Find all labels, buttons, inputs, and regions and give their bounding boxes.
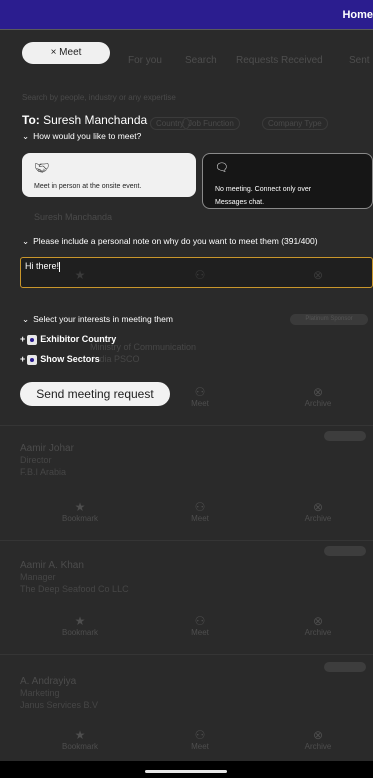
message-icon: 🗨︎ — [215, 162, 229, 174]
home-indicator[interactable] — [145, 770, 227, 773]
note-prompt: ⌄ Please include a personal note on why d… — [22, 236, 318, 246]
card-name: Aamir Johar — [20, 443, 74, 454]
card-company: The Deep Seafood Co LLC — [20, 584, 129, 594]
option-in-person-label: Meet in person at the onsite event. — [34, 183, 142, 190]
card-name: A. Andrayiya — [20, 676, 77, 687]
close-meet-chip[interactable]: × Meet — [22, 42, 110, 64]
tab-for-you: For you — [128, 55, 162, 66]
text-caret — [59, 261, 61, 272]
option-in-person[interactable]: 🤝︎ Meet in person at the onsite event. — [22, 153, 196, 197]
search-hint: Search by people, industry or any expert… — [22, 93, 176, 102]
option-messages-label: No meeting. Connect only over Messages ch… — [215, 186, 312, 206]
handshake-icon: 🤝︎ — [34, 161, 50, 175]
bookmark-action: ★ Bookmark — [61, 728, 98, 751]
archive-action: ⊗ Archive — [304, 500, 332, 523]
meet-action: ⚇ Meet — [191, 614, 209, 637]
card-role: Director — [20, 455, 52, 465]
to-prefix: To: — [22, 113, 40, 127]
divider — [0, 425, 373, 426]
meet-action: ⚇ Meet — [191, 728, 209, 751]
tab-requests-received: Requests Received — [236, 55, 323, 66]
archive-action: ⊗ Archive — [304, 614, 332, 637]
list-item: Aamir A. Khan Manager The Deep Seafood C… — [20, 546, 366, 595]
tab-search: Search — [185, 55, 217, 66]
ghost-sponsor-badge: Platinum Sponsor — [290, 314, 368, 325]
list-item: Aamir Johar Director F.B.I Arabia — [20, 431, 366, 478]
chevron-down-icon: ⌄ — [22, 314, 30, 324]
chevron-down-icon: ⌄ — [22, 236, 30, 246]
meeting-type-question: ⌄ How would you like to meet? — [22, 131, 142, 141]
archive-action: ⊗ Archive — [304, 728, 332, 751]
checkbox-icon — [27, 334, 38, 345]
filter-job-function: Job Function — [182, 117, 240, 130]
status-badge — [324, 546, 366, 556]
archive-action: ⊗ Archive — [304, 385, 332, 408]
option-messages-only[interactable]: 🗨︎ No meeting. Connect only over Messages… — [202, 153, 373, 209]
bookmark-action: ★ Bookmark — [61, 614, 98, 637]
plus-icon: + — [20, 334, 26, 344]
note-textarea[interactable]: Hi there! — [20, 257, 373, 288]
interest-show-sectors[interactable]: + Show Sectors — [20, 354, 100, 365]
divider — [0, 654, 373, 655]
meet-action: ⚇ Meet — [191, 500, 209, 523]
plus-icon: + — [20, 354, 26, 364]
interests-prompt: ⌄ Select your interests in meeting them — [22, 314, 173, 324]
recipient-line: To: Suresh Manchanda — [22, 113, 147, 127]
card-role: Manager — [20, 572, 56, 582]
bookmark-action: ★ Bookmark — [61, 500, 98, 523]
card-actions: ★ Bookmark ⚇ Meet ⊗ Archive — [20, 500, 360, 530]
checkbox-icon — [27, 354, 38, 365]
chevron-down-icon: ⌄ — [22, 131, 30, 141]
divider — [0, 540, 373, 541]
status-badge — [324, 662, 366, 672]
card-company: F.B.I Arabia — [20, 467, 67, 477]
meet-action: ⚇ Meet — [191, 385, 209, 408]
card-name: Aamir A. Khan — [20, 560, 84, 571]
tab-sent: Sent — [349, 55, 370, 66]
card-role: Marketing — [20, 688, 60, 698]
list-item: A. Andrayiya Marketing Janus Services B.… — [20, 662, 366, 711]
card-actions: ★ Bookmark ⚇ Meet ⊗ Archive — [20, 614, 360, 644]
home-link[interactable]: Home — [342, 9, 373, 21]
card-actions: ★ Bookmark ⚇ Meet ⊗ Archive — [20, 728, 360, 758]
send-meeting-request-button[interactable]: Send meeting request — [20, 382, 170, 406]
card-company: Janus Services B.V — [20, 700, 99, 710]
interest-exhibitor-country[interactable]: + Exhibitor Country — [20, 334, 116, 345]
note-text: Hi there! — [25, 261, 60, 271]
app-header: Home — [0, 0, 373, 30]
recipient-name: Suresh Manchanda — [43, 113, 148, 127]
ghost-name: Suresh Manchanda — [34, 212, 113, 222]
status-badge — [324, 431, 366, 441]
header-divider — [0, 29, 373, 30]
filter-company-type: Company Type — [262, 117, 328, 130]
